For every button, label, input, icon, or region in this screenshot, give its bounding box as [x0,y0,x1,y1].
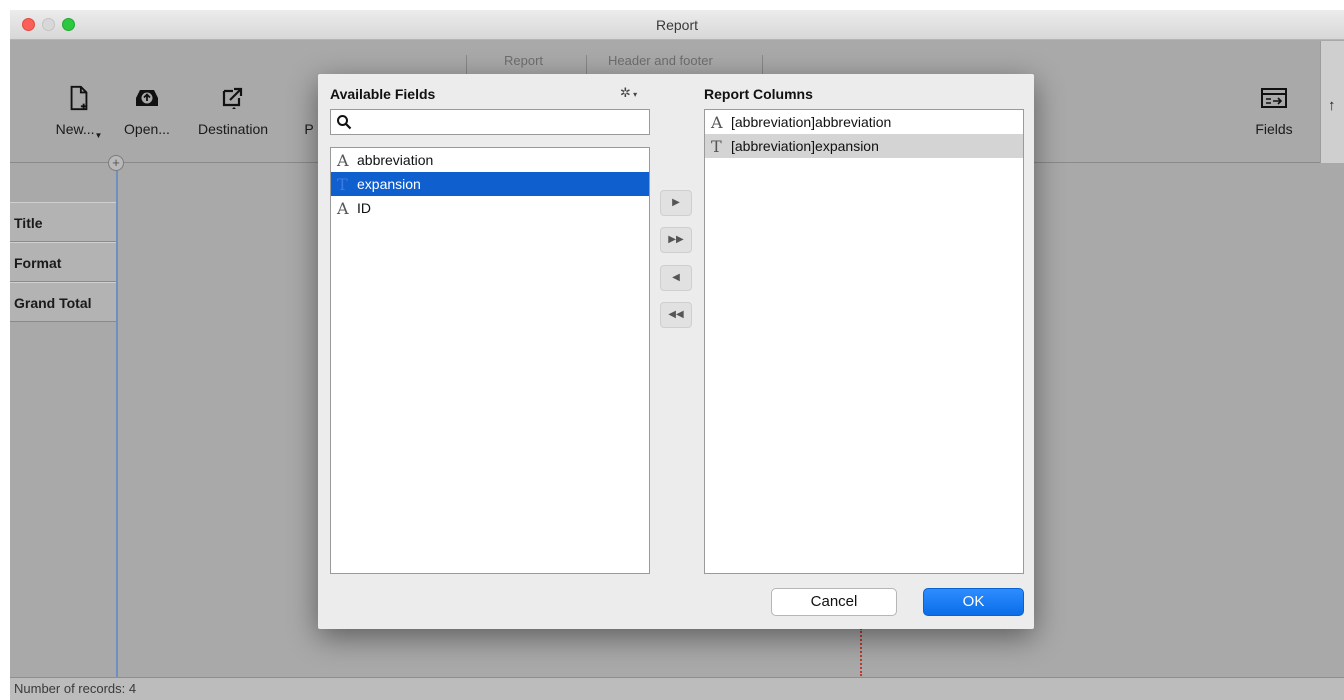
tab-separator [762,55,763,75]
open-tray-icon [136,90,158,106]
textarea-field-icon: T [337,174,348,194]
fields-table-icon [1261,88,1287,108]
export-arrow-icon [222,87,243,109]
textarea-field-icon: T [711,136,722,156]
page-margin-guide [860,628,862,676]
record-count-text: Number of records: 4 [14,681,137,696]
fields-dialog: Available Fields ✲ ▾ A abbreviation T ex… [318,74,1034,629]
new-button[interactable]: New...▼ [44,85,114,140]
remove-all-columns-button[interactable]: ◀◀ [660,302,692,328]
report-part-grand-total[interactable]: Grand Total [10,282,116,322]
list-item-selected[interactable]: T expansion [331,172,649,196]
available-fields-list[interactable]: A abbreviation T expansion A ID [330,147,650,574]
tab-separator [466,55,467,75]
list-item[interactable]: A [abbreviation]abbreviation [705,110,1023,134]
add-all-columns-button[interactable]: ▶▶ [660,227,692,253]
open-button-label: Open... [124,121,170,137]
toolbar-overflow-button[interactable]: ↑ [1320,41,1344,163]
remove-column-button[interactable]: ◀ [660,265,692,291]
window-title: Report [655,17,699,33]
search-icon [337,115,352,130]
list-item[interactable]: A abbreviation [331,148,649,172]
tab-header-footer[interactable]: Header and footer [608,53,713,68]
up-arrow-icon: ↑ [1328,97,1336,114]
chevron-down-icon: ▾ [630,90,638,99]
destination-button[interactable]: Destination [188,85,278,137]
tab-report[interactable]: Report [504,53,543,68]
available-fields-heading: Available Fields [330,86,436,102]
cancel-button[interactable]: Cancel [771,588,897,616]
destination-button-label: Destination [197,121,269,137]
add-part-button[interactable]: + [108,155,124,171]
report-part-title[interactable]: Title [10,202,116,242]
report-columns-list[interactable]: A [abbreviation]abbreviation T [abbrevia… [704,109,1024,574]
list-item-selected[interactable]: T [abbreviation]expansion [705,134,1023,158]
open-button[interactable]: Open... [116,85,178,137]
text-field-icon: A [711,112,723,132]
report-part-format[interactable]: Format [10,242,116,282]
report-columns-heading: Report Columns [704,86,813,102]
gear-icon: ✲ [620,85,631,100]
fields-button[interactable]: Fields [1246,85,1302,137]
new-document-icon [70,85,88,111]
print-button[interactable]: P [302,85,316,137]
ok-button[interactable]: OK [923,588,1024,616]
fields-button-label: Fields [1255,121,1293,137]
text-field-icon: A [337,198,349,218]
tab-separator [586,55,587,75]
gear-menu-button[interactable]: ✲ ▾ [620,85,637,101]
print-icon [302,85,316,111]
text-field-icon: A [337,150,349,170]
dropdown-caret-icon: ▼ [94,131,103,140]
status-bar: Number of records: 4 [10,677,1344,700]
search-input[interactable] [357,113,645,131]
search-field[interactable] [330,109,650,135]
part-divider-line[interactable] [116,163,118,677]
list-item[interactable]: A ID [331,196,649,220]
new-button-label: New... [55,121,95,137]
title-bar[interactable]: Report [10,10,1344,40]
print-button-label: P [304,121,314,137]
add-column-button[interactable]: ▶ [660,190,692,216]
